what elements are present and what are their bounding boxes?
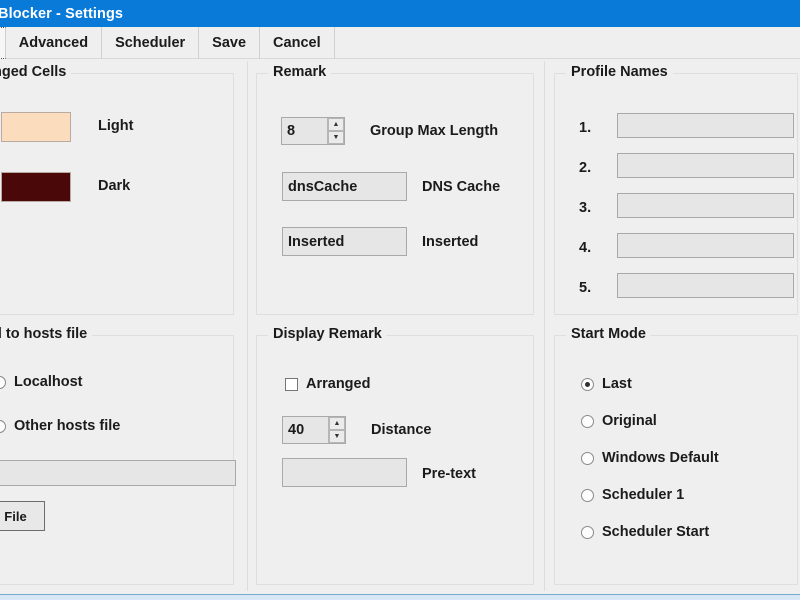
spinner-down-icon[interactable]: ▼ — [329, 430, 345, 443]
inserted-input[interactable]: Inserted — [282, 227, 407, 256]
tab-advanced[interactable]: Advanced — [6, 27, 103, 59]
pre-text-input[interactable] — [282, 458, 407, 487]
radio-start-mode-last-label: Last — [602, 376, 632, 392]
profile-name-4-input[interactable] — [617, 233, 794, 258]
group-arranged-cells: nged Cells Light Dark — [0, 64, 234, 315]
radio-start-mode-windows-default-indicator — [581, 451, 594, 465]
right-column: Profile Names 1. 2. 3. 4. 5. Start Mode … — [548, 59, 798, 594]
radio-start-mode-last[interactable]: Last — [581, 376, 632, 392]
color-swatch-light-label: Light — [98, 118, 134, 134]
profile-name-4-number: 4. — [579, 240, 592, 256]
group-start-mode: Start Mode Last Original Windows Default… — [554, 326, 798, 585]
tab-advanced-label: Advanced — [18, 35, 89, 51]
group-display-remark-title: Display Remark — [268, 326, 387, 342]
group-max-length-label: Group Max Length — [370, 123, 499, 139]
group-arranged-cells-title: nged Cells — [0, 64, 72, 80]
profile-name-1-number: 1. — [579, 120, 592, 136]
radio-start-mode-scheduler-1[interactable]: Scheduler 1 — [581, 487, 684, 503]
left-column: nged Cells Light Dark d to hosts file Lo… — [0, 59, 246, 594]
radio-start-mode-scheduler-start-indicator — [581, 525, 594, 539]
arranged-checkbox-indicator — [285, 377, 298, 391]
tab-cancel[interactable]: Cancel — [260, 27, 335, 59]
radio-start-mode-scheduler-1-label: Scheduler 1 — [602, 487, 685, 503]
profile-name-3-input[interactable] — [617, 193, 794, 218]
radio-start-mode-last-indicator — [581, 377, 594, 391]
profile-name-2-number: 2. — [579, 160, 592, 176]
window-title: Blocker - Settings — [0, 5, 124, 22]
group-start-mode-title: Start Mode — [566, 326, 651, 342]
status-bar — [0, 594, 800, 600]
radio-start-mode-original-indicator — [581, 414, 594, 428]
arranged-checkbox-label: Arranged — [306, 376, 371, 392]
profile-name-5-input[interactable] — [617, 273, 794, 298]
group-profile-names-title: Profile Names — [566, 64, 673, 80]
dns-cache-label: DNS Cache — [422, 179, 501, 195]
spinner-up-icon[interactable]: ▲ — [329, 417, 345, 430]
radio-start-mode-scheduler-1-indicator — [581, 488, 594, 502]
settings-content: nged Cells Light Dark d to hosts file Lo… — [0, 59, 800, 594]
pre-text-label: Pre-text — [422, 466, 476, 482]
distance-stepper[interactable]: ▲ ▼ — [328, 417, 345, 443]
radio-start-mode-windows-default[interactable]: Windows Default — [581, 450, 719, 466]
color-swatch-dark-label: Dark — [98, 178, 131, 194]
distance-spinner[interactable]: 40 ▲ ▼ — [282, 416, 346, 444]
tab-strip-filler — [335, 27, 800, 59]
radio-localhost-indicator — [0, 375, 6, 389]
profile-name-3-number: 3. — [579, 200, 592, 216]
tab-scheduler-label: Scheduler — [115, 35, 186, 51]
radio-start-mode-scheduler-start-label: Scheduler Start — [602, 524, 710, 540]
group-profile-names: Profile Names 1. 2. 3. 4. 5. — [554, 64, 798, 315]
tab-save-label: Save — [212, 35, 247, 51]
hosts-file-path-input[interactable] — [0, 460, 236, 486]
radio-start-mode-windows-default-label: Windows Default — [602, 450, 719, 466]
radio-other-hosts-file-indicator — [0, 419, 6, 433]
group-max-length-stepper[interactable]: ▲ ▼ — [327, 118, 344, 144]
radio-other-hosts-file-label: Other hosts file — [14, 418, 121, 434]
color-swatch-dark[interactable] — [1, 172, 71, 202]
arranged-checkbox[interactable]: Arranged — [285, 376, 370, 392]
color-swatch-light[interactable] — [1, 112, 71, 142]
column-divider-left — [247, 61, 248, 591]
radio-localhost[interactable]: Localhost — [0, 374, 82, 390]
inserted-label: Inserted — [422, 234, 479, 250]
tab-bar: ral Advanced Scheduler Save Cancel — [0, 27, 800, 59]
group-max-length-value: 8 — [287, 123, 296, 139]
group-display-remark: Display Remark Arranged 40 ▲ ▼ Distance … — [256, 326, 534, 585]
tab-cancel-label: Cancel — [273, 35, 321, 51]
profile-name-2-input[interactable] — [617, 153, 794, 178]
radio-start-mode-original-label: Original — [602, 413, 657, 429]
tab-save[interactable]: Save — [199, 27, 261, 59]
radio-localhost-label: Localhost — [14, 374, 83, 390]
group-max-length-spinner[interactable]: 8 ▲ ▼ — [281, 117, 345, 145]
column-divider-right — [544, 61, 545, 591]
distance-value: 40 — [288, 422, 305, 438]
group-add-to-hosts-file-title: d to hosts file — [0, 326, 93, 342]
window-titlebar: Blocker - Settings — [0, 0, 800, 27]
distance-label: Distance — [371, 422, 432, 438]
settings-window: Blocker - Settings ral Advanced Schedule… — [0, 0, 800, 600]
browse-file-button[interactable]: File — [0, 501, 45, 531]
group-add-to-hosts-file: d to hosts file Localhost Other hosts fi… — [0, 326, 236, 585]
spinner-down-icon[interactable]: ▼ — [328, 131, 344, 144]
radio-start-mode-original[interactable]: Original — [581, 413, 657, 429]
radio-start-mode-scheduler-start[interactable]: Scheduler Start — [581, 524, 709, 540]
group-remark-title: Remark — [268, 64, 332, 80]
profile-name-1-input[interactable] — [617, 113, 794, 138]
radio-other-hosts-file[interactable]: Other hosts file — [0, 418, 120, 434]
middle-column: Remark 8 ▲ ▼ Group Max Length dnsCache D… — [251, 59, 539, 594]
profile-name-5-number: 5. — [579, 280, 592, 296]
tab-scheduler[interactable]: Scheduler — [102, 27, 200, 59]
group-remark: Remark 8 ▲ ▼ Group Max Length dnsCache D… — [256, 64, 534, 315]
dns-cache-input[interactable]: dnsCache — [282, 172, 407, 201]
spinner-up-icon[interactable]: ▲ — [328, 118, 344, 131]
